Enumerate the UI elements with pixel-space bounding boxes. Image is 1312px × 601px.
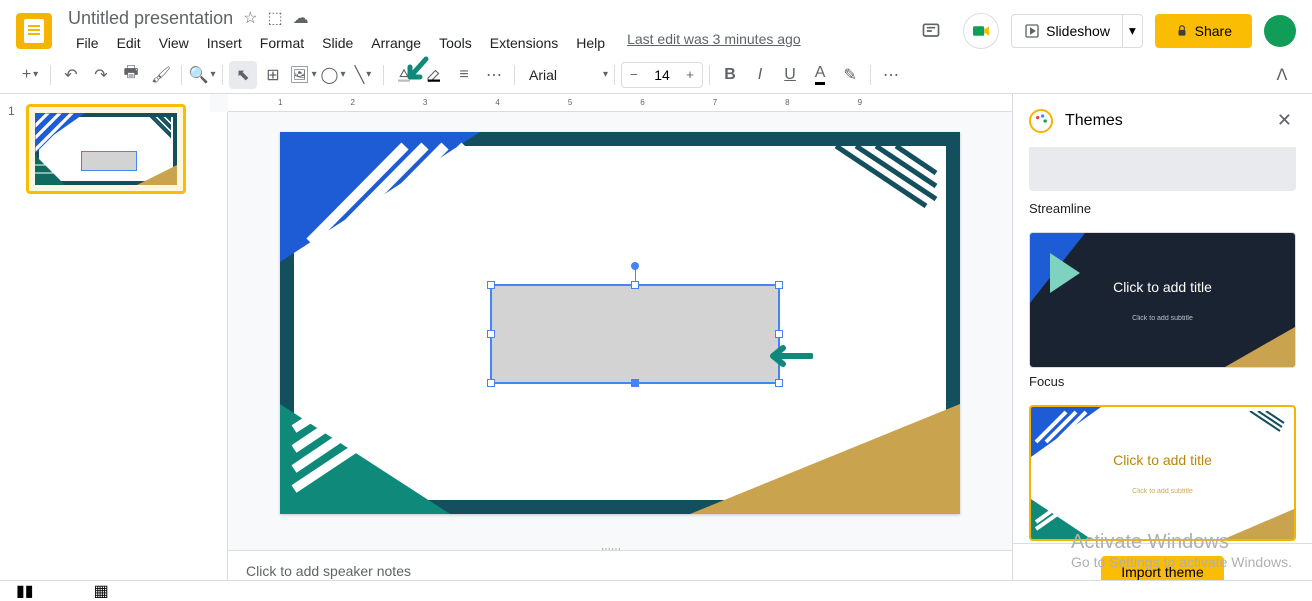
slides-filmstrip: 1 <box>0 94 210 600</box>
font-family-select[interactable]: Arial▾ <box>521 63 608 87</box>
header-actions: Slideshow ▾ Share <box>911 11 1296 51</box>
slides-logo[interactable] <box>16 13 52 49</box>
text-color-button[interactable]: A <box>806 61 834 89</box>
move-icon[interactable]: ⬚ <box>267 8 282 28</box>
last-edit-link[interactable]: Last edit was 3 minutes ago <box>627 31 801 55</box>
document-title[interactable]: Untitled presentation <box>68 8 233 29</box>
menu-insert[interactable]: Insert <box>199 31 250 55</box>
resize-handle-bm[interactable] <box>631 379 639 387</box>
header: Untitled presentation ☆ ⬚ ☁ File Edit Vi… <box>0 0 1312 56</box>
resize-handle-tr[interactable] <box>775 281 783 289</box>
resize-handle-tl[interactable] <box>487 281 495 289</box>
ruler-horizontal: 123456789 <box>228 94 1012 112</box>
canvas-area: 123456789 <box>210 94 1012 600</box>
resize-handle-br[interactable] <box>775 379 783 387</box>
theme-focus[interactable]: Click to add title Click to add subtitle <box>1029 232 1296 368</box>
font-size-input[interactable] <box>646 67 678 83</box>
menu-format[interactable]: Format <box>252 31 312 55</box>
themes-list[interactable]: Streamline Click to add title Click to a… <box>1013 147 1312 543</box>
menu-tools[interactable]: Tools <box>431 31 480 55</box>
zoom-button[interactable]: 🔍▾ <box>188 61 216 89</box>
play-icon <box>1024 23 1040 39</box>
italic-button[interactable]: I <box>746 61 774 89</box>
bottom-bar: ▮▮ ▦ <box>0 580 1312 600</box>
selected-shape[interactable] <box>490 284 780 384</box>
border-color-button[interactable] <box>420 61 448 89</box>
slideshow-dropdown[interactable]: ▾ <box>1123 14 1143 48</box>
themes-palette-icon <box>1029 109 1053 133</box>
slide-thumb-1[interactable]: 1 <box>8 104 210 194</box>
user-avatar[interactable] <box>1264 15 1296 47</box>
slideshow-button[interactable]: Slideshow <box>1011 14 1123 48</box>
textbox-tool[interactable]: ⊞ <box>259 61 287 89</box>
filmstrip-view-icon[interactable]: ▮▮ <box>16 581 34 601</box>
slide-canvas[interactable] <box>280 132 960 514</box>
meet-icon[interactable] <box>963 13 999 49</box>
collapse-toolbar-button[interactable]: ᐱ <box>1268 61 1296 89</box>
image-tool[interactable]: 🖼▾ <box>289 61 317 89</box>
resize-handle-bl[interactable] <box>487 379 495 387</box>
rotate-handle[interactable] <box>631 262 639 270</box>
menu-bar: File Edit View Insert Format Slide Arran… <box>68 31 911 55</box>
highlight-button[interactable]: ✎ <box>836 61 864 89</box>
star-icon[interactable]: ☆ <box>243 8 257 28</box>
themes-panel: Themes ✕ Streamline Click to add title C… <box>1012 94 1312 600</box>
undo-button[interactable]: ↶ <box>57 61 85 89</box>
bold-button[interactable]: B <box>716 61 744 89</box>
font-size-increase[interactable]: + <box>678 63 702 87</box>
themes-header: Themes ✕ <box>1013 94 1312 147</box>
title-area: Untitled presentation ☆ ⬚ ☁ File Edit Vi… <box>68 8 911 55</box>
menu-extensions[interactable]: Extensions <box>482 31 566 55</box>
resize-handle-ml[interactable] <box>487 330 495 338</box>
shape-tool[interactable]: ◯▾ <box>319 61 347 89</box>
close-themes-button[interactable]: ✕ <box>1273 106 1296 135</box>
border-dash-button[interactable]: ⋯ <box>480 61 508 89</box>
more-tools-button[interactable]: ⋯ <box>877 61 905 89</box>
menu-file[interactable]: File <box>68 31 107 55</box>
select-tool[interactable]: ⬉ <box>229 61 257 89</box>
resize-handle-mr[interactable] <box>775 330 783 338</box>
toolbar: +▾ ↶ ↷ 🖶 🖌 🔍▾ ⬉ ⊞ 🖼▾ ◯▾ ╲▾ ≡ ⋯ Arial▾ − … <box>0 56 1312 94</box>
font-size-control: − + <box>621 62 703 88</box>
print-button[interactable]: 🖶 <box>117 61 145 89</box>
border-weight-button[interactable]: ≡ <box>450 61 478 89</box>
lock-icon <box>1175 24 1189 38</box>
underline-button[interactable]: U <box>776 61 804 89</box>
theme-shift[interactable]: Click to add title Click to add subtitle <box>1029 405 1296 541</box>
paint-format-button[interactable]: 🖌 <box>147 61 175 89</box>
menu-slide[interactable]: Slide <box>314 31 361 55</box>
redo-button[interactable]: ↷ <box>87 61 115 89</box>
cloud-icon[interactable]: ☁ <box>293 8 309 28</box>
theme-preview-partial[interactable] <box>1029 147 1296 191</box>
line-tool[interactable]: ╲▾ <box>349 61 377 89</box>
menu-arrange[interactable]: Arrange <box>363 31 429 55</box>
font-size-decrease[interactable]: − <box>622 63 646 87</box>
resize-handle-tm[interactable] <box>631 281 639 289</box>
canvas-viewport[interactable] <box>210 112 1012 544</box>
menu-edit[interactable]: Edit <box>109 31 149 55</box>
new-slide-button[interactable]: +▾ <box>16 61 44 89</box>
menu-view[interactable]: View <box>151 31 197 55</box>
main-area: 1 123456789 <box>0 94 1312 600</box>
fill-color-button[interactable] <box>390 61 418 89</box>
comments-icon[interactable] <box>911 11 951 51</box>
menu-help[interactable]: Help <box>568 31 613 55</box>
grid-view-icon[interactable]: ▦ <box>94 581 109 601</box>
share-button[interactable]: Share <box>1155 14 1252 48</box>
